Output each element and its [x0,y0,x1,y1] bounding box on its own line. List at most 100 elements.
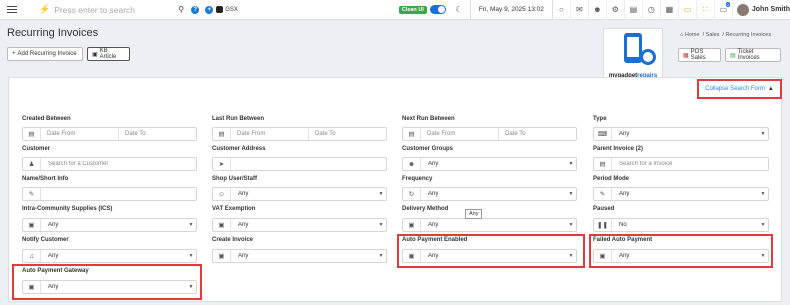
customer-search-field[interactable]: ♟ Search for a Customer [22,157,197,171]
intra-community-value: Any [48,222,59,228]
chat-icon[interactable]: ○ [553,0,571,20]
chevron-down-icon: ▼ [568,161,574,167]
notification-icon[interactable]: ▭ 0 [715,0,733,20]
parent-invoice-placeholder: Search for a Invoice [619,161,673,167]
customer-label: Customer [22,146,51,152]
chevron-down-icon: ▼ [188,222,194,228]
monitor-icon[interactable]: ▭ [679,0,697,20]
collapse-search-form-label: Collapse Search Form [705,86,765,92]
global-search-input[interactable] [54,4,155,15]
breadcrumb-current: Recurring Invoices [725,32,772,38]
kb-article-button[interactable]: ▣ KB Article [87,47,130,61]
clean-ui-toggle[interactable] [429,5,446,14]
invoice-icon: ▤ [730,52,736,59]
grid-icon[interactable]: ▦ [661,0,679,20]
next-run-date-from[interactable]: Date From [421,128,498,140]
users-icon[interactable]: ☻ [589,0,607,20]
menu-icon[interactable] [7,4,17,15]
paused-select[interactable]: ❚❚ No ▼ [593,218,769,232]
breadcrumb: ⌂ Home / Sales / Recurring Invoices [680,32,772,38]
help-icon[interactable]: ? [188,3,202,17]
pos-sales-button[interactable]: ▦ POS Sales [678,48,721,62]
money-icon: ▣ [403,250,421,262]
created-between-label: Created Between [22,116,71,122]
auto-payment-gateway-select[interactable]: ▣ Any ▼ [22,280,197,294]
user-icon: ♟ [23,158,41,170]
pause-icon: ❚❚ [594,219,612,231]
breadcrumb-home[interactable]: Home [685,32,700,38]
moon-icon[interactable]: ☾ [452,3,466,17]
chevron-down-icon: ▼ [760,131,766,137]
breadcrumb-sales[interactable]: Sales [706,32,720,38]
apps-icon[interactable]: ∷ [697,0,715,20]
chevron-down-icon: ▼ [378,253,384,259]
chevron-down-icon: ▼ [378,191,384,197]
created-date-from[interactable]: Date From [41,128,118,140]
last-run-date-to[interactable]: Date To [308,128,386,140]
money-icon: ▣ [213,250,231,262]
chevron-down-icon: ▼ [188,284,194,290]
bolt-icon[interactable]: ⚡ [39,4,50,15]
vat-exemption-label: VAT Exemption [212,206,256,212]
type-value: Any [619,131,630,137]
intra-community-select[interactable]: ▣ Any ▼ [22,218,197,232]
clock-icon[interactable]: ◷ [643,0,661,20]
gsx-button[interactable]: GSX [216,6,238,13]
user-menu[interactable]: John Smith [736,3,790,16]
customer-search-placeholder: Search for a Customer [48,161,109,167]
delivery-method-value: Any [428,222,439,228]
refresh-icon: ↻ [403,188,421,200]
mail-icon[interactable]: ✉ [571,0,589,20]
auto-payment-enabled-select[interactable]: ▣ Any ▼ [402,249,577,263]
gear-icon [640,49,656,65]
gsx-label: GSX [225,6,238,13]
last-run-date-from[interactable]: Date From [231,128,308,140]
shop-user-staff-select[interactable]: ☺ Any ▼ [212,187,387,201]
frequency-select[interactable]: ↻ Any ▼ [402,187,577,201]
period-mode-select[interactable]: ✎ Any ▼ [593,187,769,201]
add-recurring-invoice-button[interactable]: + Add Recurring Invoice [7,47,83,61]
vat-exemption-select[interactable]: ▣ Any ▼ [212,218,387,232]
shop-user-staff-label: Shop User/Staff [212,176,258,182]
delivery-method-select[interactable]: ▣ Any ▼ [402,218,577,232]
period-mode-label: Period Mode [593,176,630,182]
user-name: John Smith [751,6,790,13]
datetime: Fri, May 9, 2025 13:02 [469,0,553,20]
calculator-icon[interactable]: ▤ [625,0,643,20]
type-select[interactable]: ⌨ Any ▼ [593,127,769,141]
collapse-search-form-button[interactable]: Collapse Search Form ▲ [697,79,782,99]
clean-ui-badge: Clean UI [398,5,427,14]
chevron-down-icon: ▼ [188,253,194,259]
settings-icon[interactable]: ⚙ [607,0,625,20]
customer-address-input[interactable]: ➤ [212,157,387,171]
avatar [736,3,749,16]
users-icon: ☻ [403,158,421,170]
parent-invoice-search-field[interactable]: ▤ Search for a Invoice [593,157,769,171]
notify-customer-select[interactable]: ♫ Any ▼ [22,249,197,263]
next-run-date-to[interactable]: Date To [498,128,576,140]
add-recurring-invoice-label: Add Recurring Invoice [17,51,77,57]
vat-exemption-value: Any [238,222,249,228]
apple-icon [216,6,224,13]
notify-customer-value: Any [48,253,59,259]
period-mode-value: Any [619,191,630,197]
keyboard-icon: ⌨ [594,128,612,140]
notification-count: 0 [725,1,730,7]
user-circle-icon: ☺ [213,188,231,200]
create-invoice-select[interactable]: ▣ Any ▼ [212,249,387,263]
name-short-info-input[interactable]: ✎ [22,187,197,201]
add-icon[interactable]: + [202,3,216,17]
chevron-down-icon: ▼ [760,191,766,197]
edit-icon: ✎ [594,188,612,200]
search-icon[interactable]: ⚲ [174,3,188,17]
customer-groups-select[interactable]: ☻ Any ▼ [402,157,577,171]
failed-auto-payment-select[interactable]: ▣ Any ▼ [593,249,769,263]
create-invoice-value: Any [238,253,249,259]
last-run-between-range: ▤ Date From Date To [212,127,387,141]
frequency-value: Any [428,191,439,197]
created-date-to[interactable]: Date To [118,128,196,140]
ticket-invoices-button[interactable]: ▤ Ticket Invoices [725,48,781,62]
auto-payment-enabled-value: Any [428,253,439,259]
auto-payment-gateway-value: Any [48,284,59,290]
chevron-down-icon: ▼ [568,222,574,228]
